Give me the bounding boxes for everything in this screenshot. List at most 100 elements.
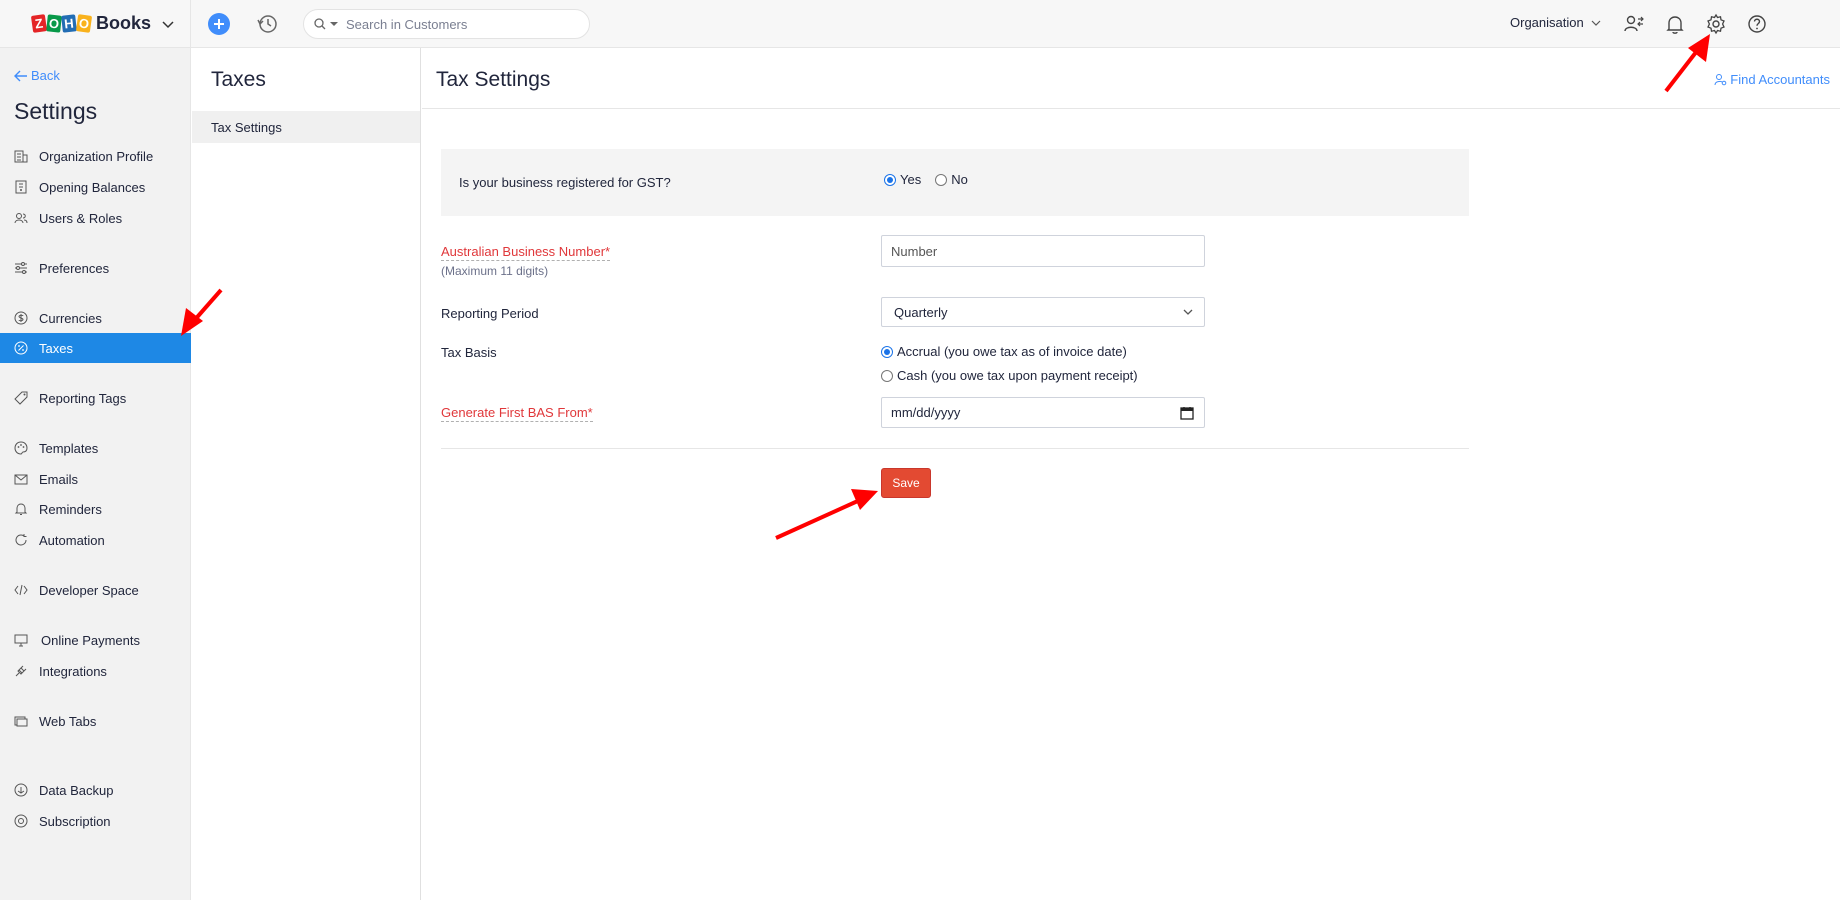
sidebar-item-label: Automation [39,532,105,548]
history-icon[interactable] [256,12,280,36]
refresh-icon [15,534,27,546]
top-bar: Z O H O Books Organisation [0,0,1840,48]
sidebar-item-developer-space[interactable]: Developer Space [0,575,191,605]
search-icon [314,18,326,30]
palette-icon [14,441,28,455]
sidebar-item-emails[interactable]: Emails [0,464,191,494]
abn-label: Australian Business Number* [441,244,611,261]
organisation-label: Organisation [1510,15,1584,30]
sidebar-item-label: Emails [39,471,79,487]
sidebar-item-label: Currencies [39,310,102,326]
app-name: Books [96,13,152,33]
chevron-down-icon [162,20,174,28]
sidebar-item-users-roles[interactable]: Users & Roles [0,203,191,233]
backup-icon [14,783,28,797]
gst-registration-section: Is your business registered for GST? Yes… [441,149,1469,216]
sidebar-item-reporting-tags[interactable]: Reporting Tags [0,383,191,413]
search-input[interactable] [346,16,566,32]
logo-letter-z: Z [30,14,48,33]
abn-input[interactable] [891,243,1171,259]
chevron-down-icon [1591,20,1601,26]
tabs-icon [14,716,28,727]
sidebar-item-automation[interactable]: Automation [0,525,191,555]
sidebar-item-label: Organization Profile [39,148,154,164]
quick-create-button[interactable] [208,13,230,35]
subpanel-item-tax-settings[interactable]: Tax Settings [192,111,420,143]
form-divider [441,448,1469,449]
gst-yes-label: Yes [900,172,922,187]
sidebar-item-web-tabs[interactable]: Web Tabs [0,706,191,736]
save-button[interactable]: Save [881,468,931,498]
sidebar-item-reminders[interactable]: Reminders [0,494,191,524]
sidebar-item-label: Templates [39,440,99,456]
ledger-icon [15,180,27,194]
help-icon[interactable] [1745,12,1769,36]
find-accountants-label: Find Accountants [1730,72,1830,87]
accrual-label: Accrual (you owe tax as of invoice date) [897,344,1127,359]
user-search-icon [1714,74,1727,86]
arrow-to-save-button [775,489,878,540]
building-icon [14,150,28,163]
accrual-radio[interactable] [881,345,893,358]
users-icon [14,213,28,224]
sidebar-item-label: Subscription [39,813,111,829]
bas-date-label: Generate First BAS From* [441,405,593,422]
gear-icon[interactable] [1704,12,1728,36]
sidebar-item-label: Web Tabs [39,713,97,729]
tax-basis-cash-option[interactable]: Cash (you owe tax upon payment receipt) [881,368,1138,383]
app-switcher[interactable]: Z O H O Books [0,0,191,47]
back-label: Back [31,68,60,83]
back-link[interactable]: Back [14,68,60,83]
sidebar-item-label: Reporting Tags [39,390,127,406]
reporting-period-select[interactable]: Quarterly [881,297,1205,327]
sidebar-item-integrations[interactable]: Integrations [0,656,191,686]
chevron-down-icon [1183,309,1193,315]
caret-down-icon[interactable] [330,20,338,28]
arrow-left-icon [14,70,27,81]
plug-icon [15,665,27,677]
calendar-icon[interactable] [1180,406,1194,420]
find-accountants-link[interactable]: Find Accountants [1714,72,1830,87]
page-title: Tax Settings [436,68,551,91]
sidebar-item-opening-balances[interactable]: Opening Balances [0,172,191,202]
reporting-period-label: Reporting Period [441,306,539,321]
gst-yes-radio[interactable] [884,173,896,186]
reporting-period-value: Quarterly [894,304,948,320]
sidebar-item-taxes[interactable]: Taxes [0,333,191,363]
bell-icon[interactable] [1663,12,1687,36]
sidebar-item-currencies[interactable]: Currencies [0,303,191,333]
user-switch-icon[interactable] [1622,12,1646,36]
settings-title: Settings [14,98,98,124]
sidebar-item-label: Preferences [39,260,110,276]
sidebar-item-organization-profile[interactable]: Organization Profile [0,141,191,171]
sidebar-item-subscription[interactable]: Subscription [0,806,191,836]
organisation-dropdown[interactable]: Organisation [1510,15,1602,30]
gst-no-label: No [951,172,968,187]
taxes-subpanel: Taxes Tax Settings [192,48,421,900]
sidebar-item-label: Data Backup [39,782,114,798]
sidebar-item-label: Opening Balances [39,179,146,195]
sidebar-item-online-payments[interactable]: Online Payments [0,625,191,655]
logo-letter-h: H [61,14,77,33]
gst-yes-option[interactable]: Yes No [884,172,968,187]
bas-date-placeholder: mm/dd/yyyy [891,405,961,420]
gst-no-radio[interactable] [935,173,948,186]
sidebar-item-label: Users & Roles [39,210,123,226]
cash-label: Cash (you owe tax upon payment receipt) [897,368,1138,383]
percent-icon [14,341,28,355]
tax-basis-accrual-option[interactable]: Accrual (you owe tax as of invoice date) [881,344,1127,359]
sidebar-item-label: Reminders [39,501,102,517]
sidebar-item-label: Online Payments [41,632,140,648]
tag-icon [14,391,28,405]
monitor-icon [14,634,28,647]
sidebar-item-preferences[interactable]: Preferences [0,253,191,283]
cash-radio[interactable] [881,369,893,382]
sidebar-item-data-backup[interactable]: Data Backup [0,775,191,805]
abn-field[interactable] [881,235,1205,267]
abn-hint: (Maximum 11 digits) [441,264,549,278]
search-bar[interactable] [303,9,590,39]
bas-date-field[interactable]: mm/dd/yyyy [881,397,1205,428]
code-icon [14,584,28,596]
sidebar-item-templates[interactable]: Templates [0,433,191,463]
sidebar-item-label: Taxes [39,340,73,356]
